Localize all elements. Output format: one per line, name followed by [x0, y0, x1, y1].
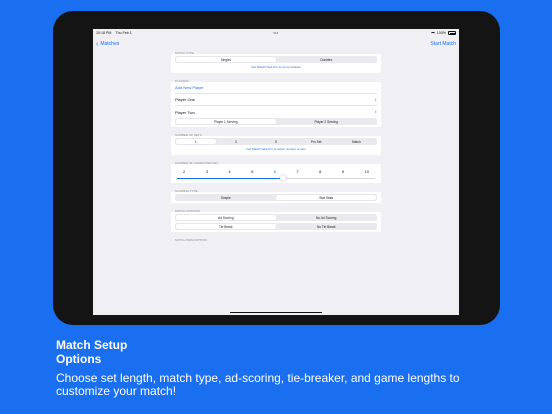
status-time: 10:18 PM	[96, 31, 112, 35]
sets-pro-link[interactable]: Get MatchTrack Pro to select number of s…	[175, 145, 377, 153]
match-description-header: MATCH DESCRIPTION	[175, 238, 207, 242]
caption-title-line2: Options	[56, 352, 102, 366]
wifi-icon	[430, 31, 435, 35]
player-1-serving-option[interactable]: Player 1 Serving	[175, 118, 276, 125]
back-label: Matches	[100, 41, 120, 47]
sets-option-1[interactable]: 1	[175, 138, 216, 145]
games-card: 2 3 4 5 6 7 8 9 10	[171, 164, 381, 183]
games-slider[interactable]	[177, 175, 375, 181]
sets-card: 1 3 5 Pro Set Match Get MatchTrack Pro t…	[171, 136, 381, 155]
ipad-device-frame: 10:18 PM Thu Feb 1 ••• 100% ‹ Matches St…	[53, 11, 500, 325]
slider-thumb[interactable]	[279, 175, 286, 181]
sets-option-match[interactable]: Match	[336, 139, 376, 145]
scoring-stat-stats-option[interactable]: Stat Stats	[276, 194, 377, 201]
player-two-picker-icon: ⇕	[374, 110, 377, 114]
match-type-card: Singles Doubles Get MatchTrack Pro to sc…	[171, 54, 381, 73]
players-card: Add New Player Player One ⇕ Player Two ⇕…	[171, 82, 381, 127]
ad-scoring-option[interactable]: Ad Scoring	[175, 214, 276, 221]
match-options-card: Ad Scoring No Ad Scoring Tie Break No Ti…	[171, 212, 381, 232]
match-type-singles[interactable]: Singles	[175, 56, 276, 63]
player-one-row[interactable]: Player One ⇕	[175, 94, 377, 106]
ad-scoring-segmented-control: Ad Scoring No Ad Scoring	[175, 214, 377, 221]
player-two-row[interactable]: Player Two ⇕	[175, 106, 377, 118]
status-bar: 10:18 PM Thu Feb 1 ••• 100%	[93, 29, 459, 37]
sets-segmented-control: 1 3 5 Pro Set Match	[175, 138, 377, 145]
player-two-name: Player Two	[175, 109, 195, 115]
scoring-simple-option[interactable]: Simple	[176, 195, 276, 201]
games-value-selected: 6	[273, 169, 276, 174]
add-new-player-button[interactable]: Add New Player	[175, 82, 377, 94]
chevron-left-icon: ‹	[96, 40, 99, 48]
serving-segmented-control: Player 1 Serving Player 2 Serving	[175, 118, 377, 125]
doubles-pro-link[interactable]: Get MatchTrack Pro to score doubles	[175, 63, 377, 71]
games-scale: 2 3 4 5 6 7 8 9 10	[175, 166, 377, 175]
status-date: Thu Feb 1	[115, 31, 132, 35]
no-tie-break-option[interactable]: No Tie Break	[276, 224, 376, 230]
multitask-dots-icon[interactable]: •••	[273, 31, 278, 35]
tie-break-option[interactable]: Tie Break	[175, 223, 276, 230]
match-setup-form: MATCH TYPE Singles Doubles Get MatchTrac…	[171, 49, 381, 242]
games-value: 4	[228, 169, 231, 174]
games-value: 7	[296, 169, 299, 174]
games-value: 3	[205, 169, 208, 174]
no-ad-scoring-option[interactable]: No Ad Scoring	[276, 215, 376, 221]
sets-option-pro-set[interactable]: Pro Set	[296, 139, 336, 145]
games-value: 9	[341, 169, 345, 174]
sets-option-5[interactable]: 5	[256, 139, 296, 145]
scoring-card: Simple Stat Stats	[171, 192, 381, 203]
home-indicator[interactable]	[230, 311, 322, 313]
games-value: 5	[251, 169, 254, 174]
games-value: 10	[364, 169, 369, 174]
battery-percent: 100%	[436, 31, 446, 35]
start-match-button[interactable]: Start Match	[430, 41, 456, 47]
scoring-segmented-control: Simple Stat Stats	[175, 194, 377, 201]
match-type-segmented-control: Singles Doubles	[175, 56, 377, 63]
games-value: 8	[319, 169, 322, 174]
sets-option-3[interactable]: 3	[216, 139, 256, 145]
caption-title-line1: Match Setup	[56, 338, 128, 352]
slider-fill	[177, 177, 282, 179]
app-screen: 10:18 PM Thu Feb 1 ••• 100% ‹ Matches St…	[93, 29, 459, 315]
battery-icon	[448, 31, 456, 35]
match-type-doubles[interactable]: Doubles	[276, 57, 376, 63]
caption-title: Match Setup Options	[56, 338, 256, 366]
back-button[interactable]: ‹ Matches	[96, 41, 119, 48]
player-one-picker-icon: ⇕	[374, 97, 377, 102]
player-one-name: Player One	[175, 97, 196, 102]
tiebreak-segmented-control: Tie Break No Tie Break	[175, 223, 377, 230]
caption-body: Choose set length, match type, ad-scorin…	[56, 371, 460, 398]
games-value: 2	[183, 169, 186, 174]
player-2-serving-option[interactable]: Player 2 Serving	[276, 119, 376, 125]
